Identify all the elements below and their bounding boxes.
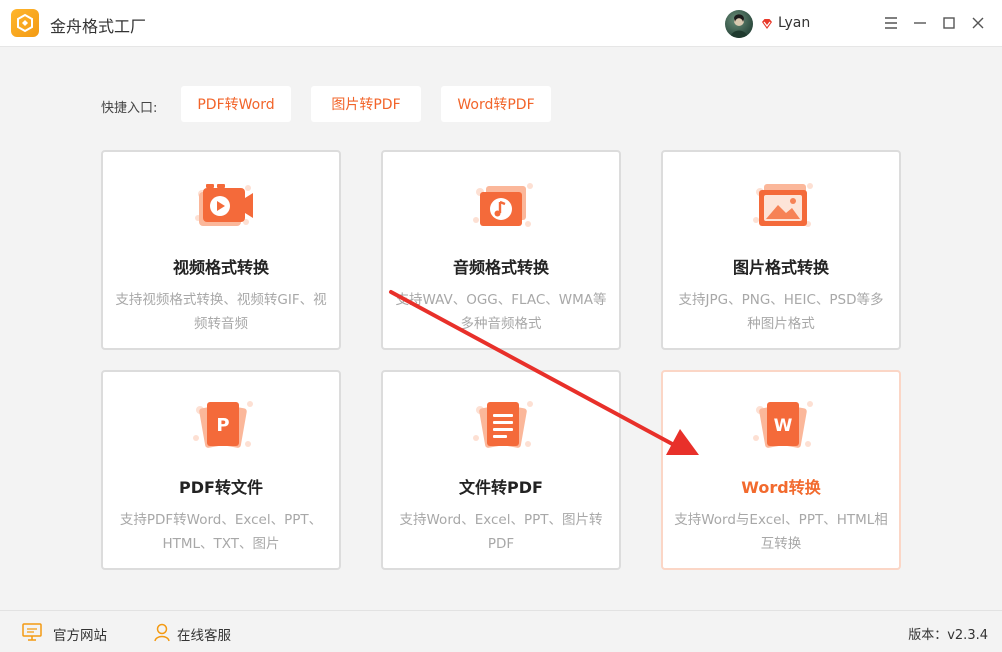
ppt-p-icon: P [190,394,256,456]
app-title: 金舟格式工厂 [50,17,147,36]
video-icon [190,174,256,236]
music-icon [470,174,536,236]
card-pdf-to-file[interactable]: P PDF转文件 支持PDF转Word、Excel、PPT、HTML、TXT、图… [101,370,341,570]
document-icon [470,394,536,456]
card-audio-convert[interactable]: 音频格式转换 支持WAV、OGG、FLAC、WMA等多种音频格式 [381,150,621,350]
quick-pdf-to-word-button[interactable]: PDF转Word [181,86,291,122]
title-bar: 金舟格式工厂 Lyan [0,0,1002,47]
app-logo-icon [11,9,39,37]
card-title: 文件转PDF [459,478,543,497]
card-image-convert[interactable]: 图片格式转换 支持JPG、PNG、HEIC、PSD等多种图片格式 [661,150,901,350]
quick-word-to-pdf-button[interactable]: Word转PDF [441,86,551,122]
quick-image-to-pdf-button[interactable]: 图片转PDF [311,86,421,122]
card-description: 支持JPG、PNG、HEIC、PSD等多种图片格式 [678,292,884,332]
version-label: 版本：v2.3.4 [908,628,988,643]
official-website-link[interactable]: 官方网站 [53,624,107,644]
footer: 官方网站 在线客服 版本：v2.3.4 [0,610,1002,652]
card-title: PDF转文件 [179,478,263,497]
card-file-to-pdf[interactable]: 文件转PDF 支持Word、Excel、PPT、图片转PDF [381,370,621,570]
card-title: 音频格式转换 [452,258,549,277]
word-w-icon: W [750,394,816,456]
monitor-icon [21,622,43,646]
username[interactable]: Lyan [778,15,810,31]
customer-service-icon [152,622,172,646]
card-description: 支持Word与Excel、PPT、HTML相互转换 [674,512,888,552]
svg-text:W: W [774,416,793,436]
card-title: 视频格式转换 [172,258,269,277]
card-title: 图片格式转换 [732,258,829,277]
card-title: Word转换 [741,478,821,497]
quick-entry-label: 快捷入口: [101,101,158,116]
minimize-icon[interactable] [911,14,929,32]
menu-icon[interactable] [882,14,900,32]
avatar[interactable] [725,10,753,38]
online-support-link[interactable]: 在线客服 [177,624,231,644]
vip-diamond-icon [760,16,774,35]
card-description: 支持WAV、OGG、FLAC、WMA等多种音频格式 [395,292,607,332]
card-description: 支持视频格式转换、视频转GIF、视频转音频 [115,292,327,332]
card-description: 支持Word、Excel、PPT、图片转PDF [399,512,603,552]
close-icon[interactable] [969,14,987,32]
card-video-convert[interactable]: 视频格式转换 支持视频格式转换、视频转GIF、视频转音频 [101,150,341,350]
card-word-convert[interactable]: W Word转换 支持Word与Excel、PPT、HTML相互转换 [661,370,901,570]
maximize-icon[interactable] [940,14,958,32]
svg-text:P: P [216,415,229,436]
image-icon [750,174,816,236]
card-description: 支持PDF转Word、Excel、PPT、HTML、TXT、图片 [119,512,323,552]
